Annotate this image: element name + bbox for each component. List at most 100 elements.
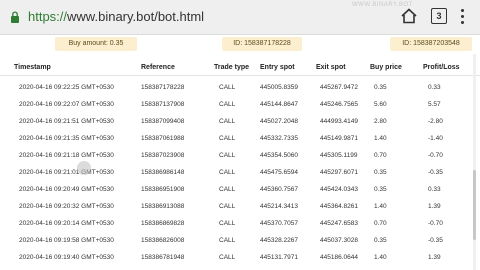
cell-timestamp: 2020-04-16 09:20:32 GMT+0530: [19, 203, 114, 210]
url-protocol: https://: [28, 9, 68, 24]
cell-trade-type: CALL: [219, 203, 236, 210]
cell-trade-type: CALL: [219, 186, 236, 193]
cell-buy-price: 2.80: [374, 118, 387, 125]
cell-trade-type: CALL: [219, 84, 236, 91]
cell-exit-spot: 445037.3028: [320, 237, 358, 244]
cell-profit-loss: -0.70: [428, 152, 443, 159]
table-row[interactable]: 2020-04-16 09:22:25 GMT+0530 15838717822…: [0, 79, 470, 96]
cell-exit-spot: 445247.6583: [320, 220, 358, 227]
cell-buy-price: 5.60: [374, 101, 387, 108]
cell-profit-loss: -1.40: [428, 135, 443, 142]
cell-entry-spot: 445370.7057: [260, 220, 298, 227]
cell-reference: 158386826008: [141, 237, 185, 244]
table-row[interactable]: 2020-04-16 09:19:40 GMT+0530 15838678194…: [0, 249, 470, 266]
col-header-entry-spot: Entry spot: [260, 64, 295, 71]
table-row[interactable]: 2020-04-16 09:21:01 GMT+0530 15838698614…: [0, 164, 470, 181]
cell-profit-loss: 1.39: [428, 203, 441, 210]
scrollbar-thumb[interactable]: [473, 170, 476, 240]
cell-buy-price: 1.40: [374, 203, 387, 210]
cell-entry-spot: 445131.7971: [260, 254, 298, 261]
cell-profit-loss: -2.80: [428, 118, 443, 125]
cell-trade-type: CALL: [219, 220, 236, 227]
table-row[interactable]: 2020-04-16 09:20:49 GMT+0530 15838695190…: [0, 181, 470, 198]
cell-exit-spot: 445297.6071: [320, 169, 358, 176]
cell-entry-spot: 445354.5060: [260, 152, 298, 159]
table-row[interactable]: 2020-04-16 09:22:07 GMT+0530 15838713790…: [0, 96, 470, 113]
browser-toolbar: https://www.binary.bot/bot.html WWW.BINA…: [0, 0, 480, 35]
cell-exit-spot: 444993.4149: [320, 118, 358, 125]
cell-exit-spot: 445186.0644: [320, 254, 358, 261]
cell-buy-price: 1.40: [374, 135, 387, 142]
table-row[interactable]: 2020-04-16 09:21:51 GMT+0530 15838709940…: [0, 113, 470, 130]
cell-reference: 158387099408: [141, 118, 185, 125]
cell-exit-spot: 445267.9472: [320, 84, 358, 91]
cell-timestamp: 2020-04-16 09:21:01 GMT+0530: [19, 169, 114, 176]
cell-timestamp: 2020-04-16 09:20:14 GMT+0530: [19, 220, 114, 227]
cell-reference: 158387137908: [141, 101, 185, 108]
cell-reference: 158387178228: [141, 84, 185, 91]
cell-trade-type: CALL: [219, 118, 236, 125]
cell-profit-loss: -0.35: [428, 169, 443, 176]
cell-profit-loss: -0.70: [428, 220, 443, 227]
cell-timestamp: 2020-04-16 09:22:07 GMT+0530: [19, 101, 114, 108]
cell-profit-loss: -0.35: [428, 237, 443, 244]
more-menu-icon[interactable]: [461, 9, 465, 25]
cell-reference: 158387061988: [141, 135, 185, 142]
cell-timestamp: 2020-04-16 09:20:49 GMT+0530: [19, 186, 114, 193]
cell-reference: 158386869828: [141, 220, 185, 227]
cell-timestamp: 2020-04-16 09:19:40 GMT+0530: [19, 254, 114, 261]
cell-profit-loss: 5.57: [428, 101, 441, 108]
cell-exit-spot: 445305.1199: [320, 152, 358, 159]
cell-entry-spot: 445328.2267: [260, 237, 298, 244]
cell-buy-price: 0.35: [374, 84, 387, 91]
buy-amount-badge: Buy amount: 0.35: [55, 37, 137, 51]
cell-trade-type: CALL: [219, 152, 236, 159]
cell-reference: 158386781948: [141, 254, 185, 261]
table-row[interactable]: 2020-04-16 09:21:18 GMT+0530 15838702390…: [0, 147, 470, 164]
cell-trade-type: CALL: [219, 101, 236, 108]
cell-reference: 158387023908: [141, 152, 185, 159]
touch-indicator: [77, 161, 91, 175]
url-text: www.binary.bot/bot.html: [67, 9, 205, 24]
col-header-buy-price: Buy price: [370, 64, 402, 71]
cell-timestamp: 2020-04-16 09:21:35 GMT+0530: [19, 135, 114, 142]
cell-buy-price: 0.70: [374, 152, 387, 159]
col-header-timestamp: Timestamp: [14, 64, 51, 71]
table-row[interactable]: 2020-04-16 09:21:35 GMT+0530 15838706198…: [0, 130, 470, 147]
cell-exit-spot: 445149.9871: [320, 135, 358, 142]
lock-icon: [11, 11, 19, 23]
cell-timestamp: 2020-04-16 09:22:25 GMT+0530: [19, 84, 114, 91]
cell-reference: 158386951908: [141, 186, 185, 193]
cell-trade-type: CALL: [219, 237, 236, 244]
cell-timestamp: 2020-04-16 09:21:18 GMT+0530: [19, 152, 114, 159]
col-header-exit-spot: Exit spot: [316, 64, 346, 71]
cell-profit-loss: 1.39: [428, 254, 441, 261]
cell-exit-spot: 445364.8261: [320, 203, 358, 210]
cell-buy-price: 1.40: [374, 254, 387, 261]
tab-switcher-button[interactable]: 3: [431, 8, 447, 24]
cell-timestamp: 2020-04-16 09:21:51 GMT+0530: [19, 118, 114, 125]
id-badge-1: ID: 158387178228: [222, 37, 302, 51]
id-badge-2: ID: 158387203548: [390, 37, 472, 51]
cell-trade-type: CALL: [219, 254, 236, 261]
cell-buy-price: 0.70: [374, 220, 387, 227]
cell-timestamp: 2020-04-16 09:19:58 GMT+0530: [19, 237, 114, 244]
header-divider: [0, 75, 480, 76]
cell-reference: 158386986148: [141, 169, 185, 176]
col-header-reference: Reference: [141, 64, 175, 71]
cell-trade-type: CALL: [219, 169, 236, 176]
cell-entry-spot: 445332.7335: [260, 135, 298, 142]
cell-exit-spot: 445246.7565: [320, 101, 358, 108]
cell-buy-price: 0.35: [374, 237, 387, 244]
cell-entry-spot: 445360.7567: [260, 186, 298, 193]
col-header-profit-loss: Profit/Loss: [423, 64, 460, 71]
col-header-trade-type: Trade type: [214, 64, 250, 71]
cell-entry-spot: 445214.3413: [260, 203, 298, 210]
table-row[interactable]: 2020-04-16 09:20:14 GMT+0530 15838686982…: [0, 215, 470, 232]
table-row[interactable]: 2020-04-16 09:20:32 GMT+0530 15838691308…: [0, 198, 470, 215]
cell-reference: 158386913088: [141, 203, 185, 210]
table-row[interactable]: 2020-04-16 09:19:58 GMT+0530 15838682600…: [0, 232, 470, 249]
home-icon[interactable]: [400, 7, 418, 25]
cell-buy-price: 0.35: [374, 186, 387, 193]
address-bar[interactable]: https://www.binary.bot/bot.html: [28, 9, 204, 24]
